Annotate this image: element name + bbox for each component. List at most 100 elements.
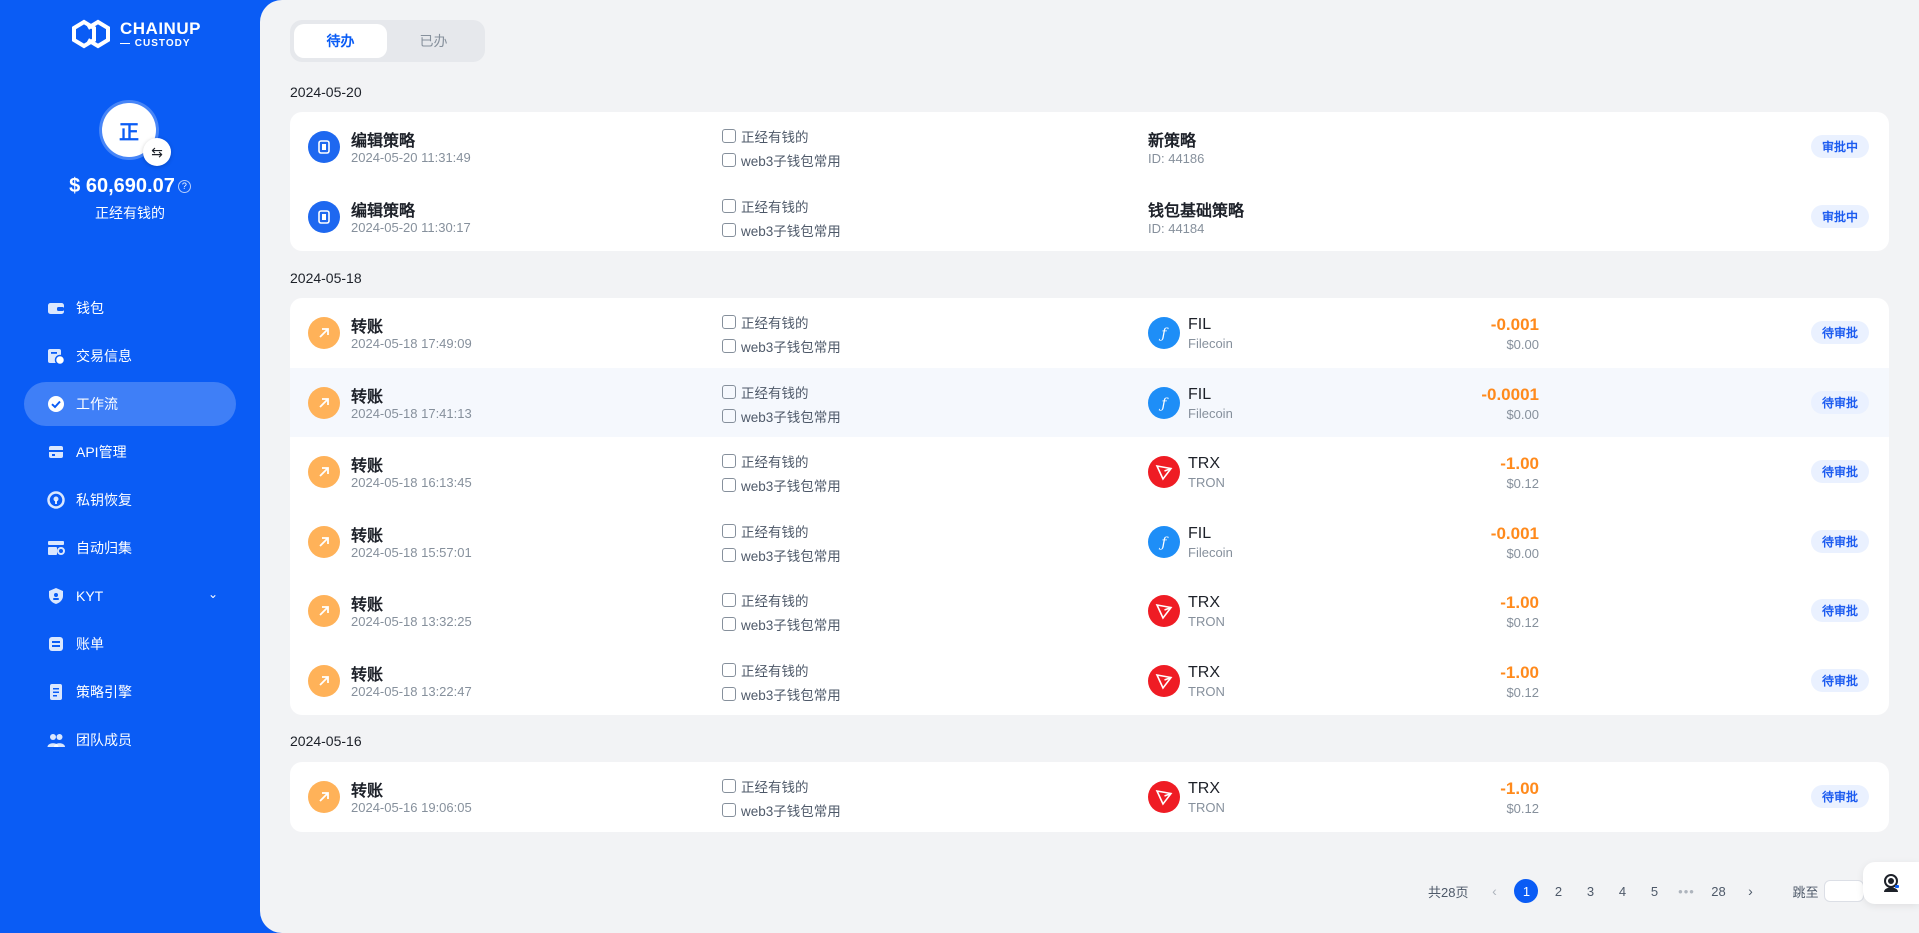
row-org: 正经有钱的 (722, 776, 809, 796)
row-org: 正经有钱的 (722, 521, 809, 541)
customer-support-button[interactable] (1863, 862, 1919, 904)
org-icon (722, 523, 736, 538)
page-1[interactable]: 1 (1514, 879, 1539, 903)
tab-done[interactable]: 已办 (387, 24, 480, 58)
sidebar-item-team[interactable]: 团队成员 (24, 718, 236, 762)
row-title: 转账 (351, 597, 384, 614)
status-badge[interactable]: 待审批 (1810, 599, 1869, 622)
org-label: 正经有钱的 (741, 455, 809, 470)
status-badge[interactable]: 待审批 (1810, 321, 1869, 344)
policy-icon (46, 682, 66, 702)
sidebar-item-label: 私钥恢复 (76, 492, 132, 508)
row-title: 转账 (351, 458, 384, 475)
transfer-arrow-icon (308, 317, 340, 349)
sidebar-item-key-recovery[interactable]: 私钥恢复 (24, 478, 236, 522)
workflow-row[interactable]: 转账 2024-05-18 13:32:25 正经有钱的 web3子钱包常用 TRX TR… (290, 576, 1889, 646)
chevron-down-icon[interactable]: ⌄ (208, 587, 218, 601)
edit-policy-icon (308, 131, 340, 163)
switch-org-icon[interactable]: ⇆ (143, 138, 171, 166)
sidebar-item-api[interactable]: API管理 (24, 430, 236, 474)
group-date: 2024-05-20 (290, 84, 362, 100)
usd-value: $0.00 (1506, 406, 1539, 422)
sidebar-item-kyt[interactable]: KYT ⌄ (24, 574, 236, 618)
wallet-label: web3子钱包常用 (741, 479, 841, 494)
sidebar: CHAINUP — CUSTODY 正 ⇆ $ 60,690.07? 正经有钱的… (0, 0, 260, 933)
sidebar-nav: 钱包 交易信息 工作流 API管理 私钥恢复 自动归集 KYT ⌄ 账单 策略引… (24, 286, 236, 766)
sidebar-item-workflow[interactable]: 工作流 (24, 382, 236, 426)
wallet-icon (722, 547, 736, 562)
workflow-row[interactable]: 转账 2024-05-18 15:57:01 正经有钱的 web3子钱包常用 ƒ FIL F… (290, 507, 1889, 577)
pagination: 共28页 ‹ 1 2 3 4 5 ••• 28 › 跳至 页 (1428, 878, 1884, 904)
amount: -1.00 (1500, 593, 1539, 612)
wallet-label: web3子钱包常用 (741, 687, 841, 703)
status-badge[interactable]: 待审批 (1810, 529, 1869, 553)
workflow-row[interactable]: 转账 2024-05-18 13:22:47 正经有钱的 web3子钱包常用 TRX TR… (290, 646, 1889, 716)
page-jump-input[interactable] (1824, 880, 1865, 902)
main-content: 待办 已办 2024-05-20 编辑策略 2024-05-20 11:31:49 正… (260, 0, 1919, 933)
org-name: 正经有钱的 (95, 205, 165, 221)
row-time: 2024-05-16 19:06:05 (351, 800, 472, 815)
row-time: 2024-05-18 13:22:47 (351, 683, 472, 699)
row-wallet: web3子钱包常用 (722, 475, 841, 495)
org-label: 正经有钱的 (741, 130, 809, 145)
page-28[interactable]: 28 (1706, 879, 1730, 903)
tab-pending[interactable]: 待办 (294, 24, 387, 58)
row-time: 2024-05-18 13:32:25 (351, 614, 472, 629)
status-badge[interactable]: 待审批 (1810, 785, 1869, 808)
sidebar-item-auto-collect[interactable]: 自动归集 (24, 526, 236, 570)
workflow-row[interactable]: 转账 2024-05-18 17:41:13 正经有钱的 web3子钱包常用 ƒ FIL F… (290, 367, 1889, 437)
edit-policy-icon (308, 200, 340, 233)
workflow-row[interactable]: 转账 2024-05-16 19:06:05 正经有钱的 web3子钱包常用 TRX TR… (290, 762, 1889, 832)
row-title: 编辑策略 (351, 133, 416, 150)
usd-value: $0.12 (1506, 801, 1539, 816)
page-5[interactable]: 5 (1642, 879, 1666, 903)
wallet-label: web3子钱包常用 (741, 548, 841, 564)
org-icon (722, 315, 736, 329)
status-badge[interactable]: 待审批 (1810, 460, 1869, 483)
page-2[interactable]: 2 (1546, 879, 1570, 903)
page-4[interactable]: 4 (1610, 879, 1634, 903)
workflow-row[interactable]: 转账 2024-05-18 16:13:45 正经有钱的 web3子钱包常用 TRX TR… (290, 437, 1889, 507)
policy-name: 新策略 (1148, 133, 1197, 150)
org-icon (722, 454, 736, 468)
row-time: 2024-05-18 16:13:45 (351, 475, 472, 490)
wallet-label: web3子钱包常用 (741, 409, 841, 425)
page-3[interactable]: 3 (1578, 879, 1602, 903)
wallet-label: web3子钱包常用 (741, 223, 841, 239)
sidebar-item-wallet[interactable]: 钱包 (24, 286, 236, 330)
filecoin-icon: ƒ (1148, 386, 1180, 419)
help-icon[interactable]: ? (177, 180, 191, 194)
workflow-row[interactable]: 编辑策略 2024-05-20 11:31:49 正经有钱的 web3子钱包常用 新策略… (290, 112, 1889, 182)
org-label: 正经有钱的 (741, 594, 809, 609)
sidebar-item-policy-engine[interactable]: 策略引擎 (24, 670, 236, 714)
amount: -1.00 (1500, 662, 1539, 682)
org-icon (722, 593, 736, 607)
page-ellipsis[interactable]: ••• (1674, 879, 1698, 903)
coin-symbol: FIL (1188, 385, 1212, 403)
tron-icon (1148, 595, 1180, 627)
amount: -1.00 (1500, 454, 1539, 473)
status-badge[interactable]: 审批中 (1810, 135, 1869, 158)
workflow-tabs: 待办 已办 (290, 20, 485, 62)
sidebar-item-transactions[interactable]: 交易信息 (24, 334, 236, 378)
sidebar-item-bill[interactable]: 账单 (24, 622, 236, 666)
org-icon (722, 662, 736, 677)
auto-collect-icon (46, 538, 66, 558)
sidebar-item-label: API管理 (76, 444, 127, 460)
status-badge[interactable]: 待审批 (1810, 668, 1869, 692)
next-page-icon[interactable]: › (1738, 879, 1762, 903)
sidebar-item-label: 策略引擎 (76, 684, 132, 700)
coin-symbol: TRX (1188, 780, 1220, 797)
status-badge[interactable]: 待审批 (1810, 390, 1869, 414)
row-wallet: web3子钱包常用 (722, 545, 841, 565)
workflow-row[interactable]: 编辑策略 2024-05-20 11:30:17 正经有钱的 web3子钱包常用 钱包基… (290, 182, 1889, 252)
sidebar-item-label: 工作流 (76, 396, 118, 412)
status-badge[interactable]: 审批中 (1810, 204, 1869, 228)
org-label: 正经有钱的 (741, 385, 809, 401)
svg-text:ƒ: ƒ (1158, 535, 1169, 551)
workflow-card: 转账 2024-05-16 19:06:05 正经有钱的 web3子钱包常用 TRX TR… (290, 762, 1889, 832)
wallet-icon (722, 153, 736, 167)
chainup-logo[interactable]: CHAINUP — CUSTODY (68, 18, 201, 50)
workflow-row[interactable]: 转账 2024-05-18 17:49:09 正经有钱的 web3子钱包常用 ƒ FIL F… (290, 298, 1889, 368)
prev-page-icon[interactable]: ‹ (1482, 879, 1506, 903)
